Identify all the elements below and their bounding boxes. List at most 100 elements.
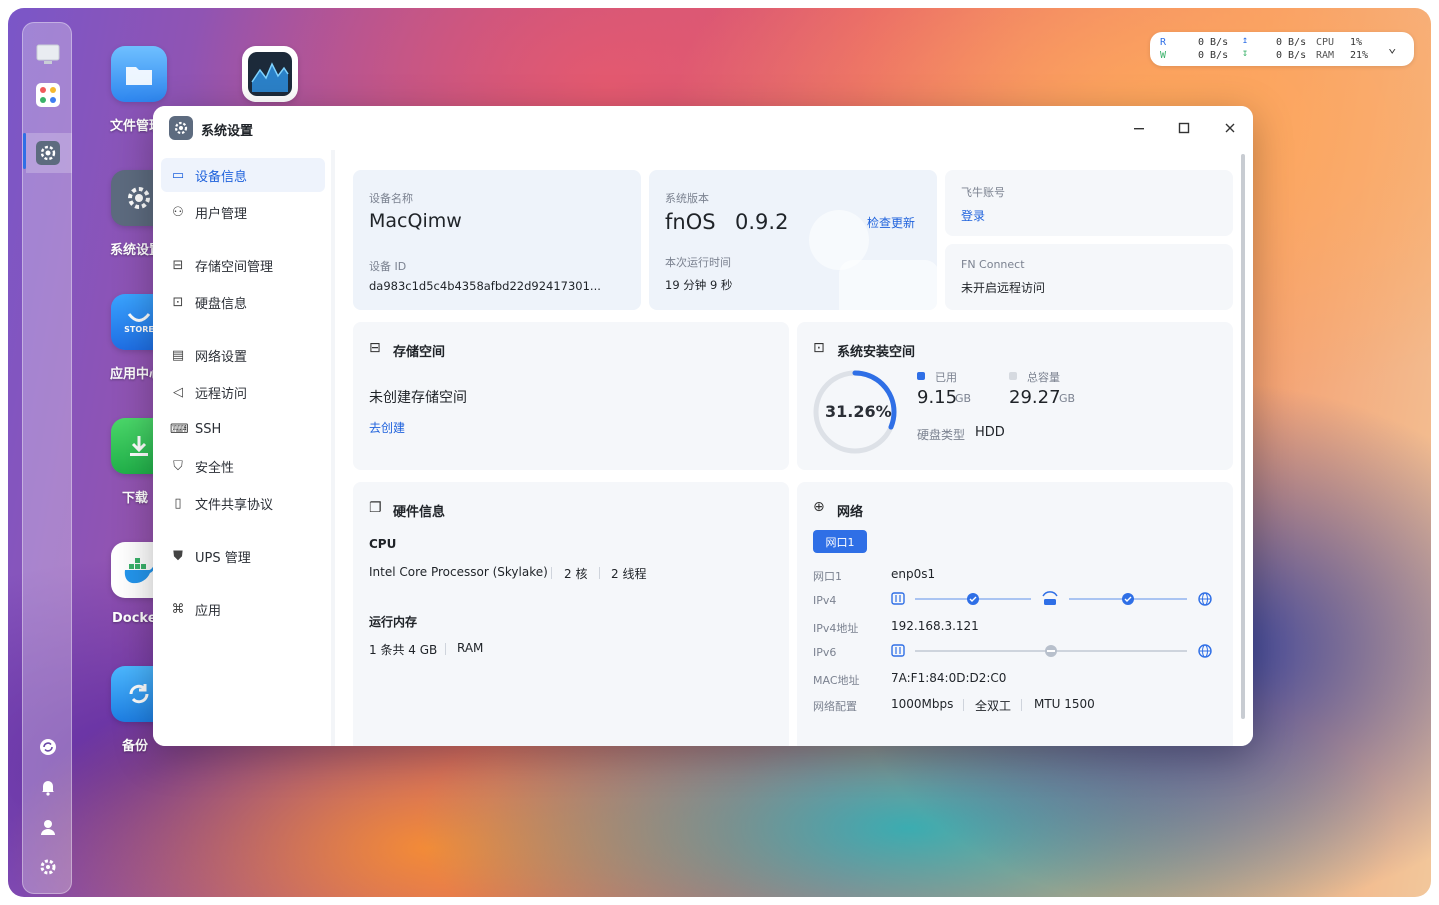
memory-heading: 运行内存 (369, 615, 418, 629)
app-grid-icon[interactable] (34, 81, 62, 109)
device-name-card: 设备名称 MacQimw 设备 ID da983c1d5c4b4358afbd2… (353, 170, 641, 310)
uptime-label: 本次运行时间 (665, 256, 731, 269)
maximize-button[interactable] (1174, 118, 1194, 138)
window-title: 系统设置 (201, 124, 254, 139)
sidebar-item-user-management[interactable]: ⚇ 用户管理 (161, 195, 325, 229)
sync-icon[interactable] (34, 733, 62, 761)
sidebar-item-file-sharing[interactable]: ▯ 文件共享协议 (161, 486, 325, 520)
activity-monitor-icon[interactable] (242, 46, 298, 102)
hardware-info-title: 硬件信息 (393, 505, 446, 520)
system-monitor-widget[interactable]: R W 0 B/s 0 B/s ↥ ↧ 0 B/s 0 B/s CPU RAM … (1150, 32, 1414, 66)
sidebar-item-remote-access[interactable]: ◁ 远程访问 (161, 375, 325, 409)
network-card-icon: ▤ (171, 347, 185, 363)
used-unit: GB (955, 392, 972, 405)
used-legend-swatch (917, 372, 925, 380)
ipv6-topology (891, 644, 1212, 658)
sidebar-item-label: 远程访问 (195, 386, 248, 402)
content-scrollbar[interactable] (1241, 154, 1245, 719)
sidebar-item-label: 存储空间管理 (195, 259, 274, 275)
cpu-model: Intel Core Processor (Skylake) (369, 565, 548, 579)
sidebar-item-security[interactable]: ⛉ 安全性 (161, 449, 325, 483)
ipv4-topology (891, 591, 1212, 606)
download-arrow-icon: ↧ (1242, 48, 1249, 59)
used-value: 9.15 (917, 387, 958, 408)
send-icon: ◁ (173, 384, 183, 400)
check-update-link[interactable]: 检查更新 (867, 214, 915, 231)
bell-icon[interactable] (34, 773, 62, 801)
login-link[interactable]: 登录 (961, 207, 985, 224)
storage-icon: ⊟ (172, 257, 184, 273)
storage-space-title: 存储空间 (393, 345, 446, 360)
shield-outline-icon: ⛊ (173, 548, 183, 564)
ipv4-label: IPv4 (813, 594, 837, 607)
used-label: 已用 (935, 371, 957, 384)
close-button[interactable] (1220, 118, 1240, 138)
system-version-card: 系统版本 fnOS 0.9.2 检查更新 本次运行时间 19 分钟 9 秒 (649, 170, 937, 310)
document-icon: ▯ (174, 495, 182, 511)
uptime-value: 19 分钟 9 秒 (665, 278, 733, 292)
read-rate: 0 B/s (1198, 37, 1229, 48)
backup-label[interactable]: 备份 (122, 735, 148, 754)
sidebar-item-apps[interactable]: ⌘ 应用 (161, 592, 325, 626)
gear-icon[interactable] (34, 853, 62, 881)
cpu-heading: CPU (369, 537, 397, 551)
sidebar-item-label: 用户管理 (195, 206, 248, 222)
sidebar-item-device-info[interactable]: ▭ 设备信息 (161, 158, 325, 192)
user-icon[interactable] (34, 813, 62, 841)
os-name: fnOS (665, 210, 716, 234)
user-icon: ⚇ (172, 204, 184, 220)
file-manager-icon[interactable] (111, 46, 167, 102)
fn-connect-card: FN Connect 未开启远程访问 (945, 244, 1233, 310)
memory-type: RAM (457, 641, 484, 655)
minimize-button[interactable] (1129, 118, 1149, 138)
network-title: 网络 (837, 505, 864, 520)
terminal-icon: ⌨ (170, 421, 189, 437)
cpu-threads: 2 线程 (611, 567, 647, 581)
ipv6-label: IPv6 (813, 646, 837, 659)
dock-active-indicator (23, 133, 26, 169)
memory-value: 1 条共 4 GB (369, 643, 438, 657)
sidebar-item-storage-management[interactable]: ⊟ 存储空间管理 (161, 248, 325, 282)
total-value: 29.27 (1009, 387, 1061, 408)
sidebar-item-ssh[interactable]: ⌨ SSH (161, 412, 325, 446)
fn-connect-label: FN Connect (961, 258, 1025, 271)
usage-percent: 31.26% (825, 402, 892, 421)
system-install-space-card: ⊡ 系统安装空间 31.26% 已用 9.15 GB 总容量 29.27 GB … (797, 322, 1233, 470)
store-badge: STORE (124, 324, 154, 334)
disk-icon: ⊡ (813, 340, 825, 356)
device-info-icon: ▭ (171, 167, 185, 183)
ram-usage: 21% (1350, 50, 1369, 61)
sidebar-item-label: UPS 管理 (195, 550, 251, 566)
cpu-label: CPU (1316, 37, 1335, 48)
create-storage-link[interactable]: 去创建 (369, 419, 405, 436)
shield-icon: ⛉ (173, 458, 183, 474)
ipv4-address-label: IPv4地址 (813, 622, 859, 635)
network-config-label: 网络配置 (813, 700, 857, 713)
sidebar-item-label: 网络设置 (195, 349, 248, 365)
upload-rate: 0 B/s (1276, 37, 1307, 48)
total-unit: GB (1059, 392, 1076, 405)
system-install-space-title: 系统安装空间 (837, 345, 916, 360)
sidebar-item-network-settings[interactable]: ▤ 网络设置 (161, 338, 325, 372)
download-label[interactable]: 下载 (122, 487, 148, 506)
fn-account-label: 飞牛账号 (961, 186, 1005, 199)
settings-gear-icon (169, 116, 193, 140)
sidebar-item-label: 硬盘信息 (195, 296, 248, 312)
window-titlebar[interactable]: 系统设置 (153, 106, 1253, 150)
divider (599, 567, 600, 579)
mac-address-value: 7A:F1:84:0D:D2:C0 (891, 671, 1007, 685)
tab-port-1[interactable]: 网口1 (813, 530, 867, 553)
disk-icon: ⊡ (172, 294, 184, 310)
settings-gear-icon[interactable] (34, 139, 62, 167)
monitor-icon[interactable] (34, 41, 62, 69)
storage-empty-text: 未创建存储空间 (369, 390, 467, 406)
write-rate: 0 B/s (1198, 50, 1229, 61)
ram-label: RAM (1316, 50, 1335, 61)
sidebar-item-label: 设备信息 (195, 169, 248, 185)
network-speed: 1000Mbps (891, 697, 954, 711)
sidebar-item-disk-info[interactable]: ⊡ 硬盘信息 (161, 285, 325, 319)
total-legend-swatch (1009, 372, 1017, 380)
chevron-down-icon[interactable]: ⌄ (1388, 40, 1396, 56)
system-settings-window: 系统设置 ▭ 设备信息 ⚇ 用户管理 ⊟ 存储空间管理 ⊡ 硬盘信息 ▤ 网络设… (153, 106, 1253, 746)
sidebar-item-ups[interactable]: ⛊ UPS 管理 (161, 539, 325, 573)
